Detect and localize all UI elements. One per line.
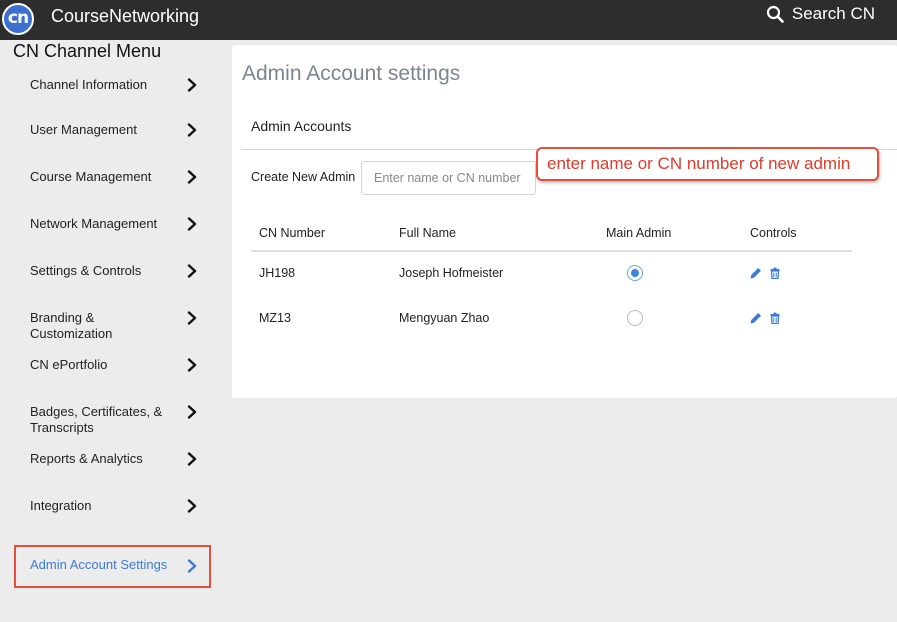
sidebar-item-label: Channel Information [30,77,148,92]
main-admin-radio[interactable] [627,310,643,326]
brand-name[interactable]: CourseNetworking [51,6,199,26]
chevron-right-icon [187,123,197,137]
sidebar-item-channel-information[interactable]: Channel Information [14,75,210,115]
header-full-name: Full Name [399,226,456,240]
sidebar-item-network-management[interactable]: Network Management [14,216,210,256]
chevron-right-icon [187,559,197,573]
sidebar-item-label: User Management [30,122,137,137]
header-cn-number: CN Number [259,226,325,240]
top-bar: cn CourseNetworking Search CN [0,0,897,40]
search-button[interactable]: Search CN [766,4,875,24]
cell-cn-number: MZ13 [259,311,291,325]
trash-icon[interactable] [769,267,781,279]
sidebar-item-label: Course Management [30,169,152,184]
chevron-right-icon [187,78,197,92]
sidebar-item-label: Branding & Customization [30,310,113,341]
sidebar-item-settings-controls[interactable]: Settings & Controls [14,263,210,303]
chevron-right-icon [187,217,197,231]
channel-menu-sidebar: CN Channel Menu Channel Information User … [0,40,224,622]
annotation-callout: enter name or CN number of new admin [536,147,879,181]
cn-logo[interactable]: cn [2,3,34,35]
cell-cn-number: JH198 [259,266,296,280]
chevron-right-icon [187,170,197,184]
pencil-icon[interactable] [750,267,762,279]
menu-title: CN Channel Menu [13,41,162,61]
cell-full-name: Mengyuan Zhao [399,311,490,325]
sidebar-item-course-management[interactable]: Course Management [14,169,210,209]
chevron-right-icon [187,264,197,278]
chevron-right-icon [187,405,197,419]
chevron-right-icon [187,311,197,325]
section-title: Admin Accounts [251,118,352,134]
sidebar-item-label: Integration [30,498,92,513]
admin-settings-panel: Admin Account settings Admin Accounts Cr… [232,45,897,398]
create-admin-label: Create New Admin [251,170,356,184]
trash-icon[interactable] [769,312,781,324]
sidebar-item-label: CN ePortfolio [30,357,108,372]
create-admin-input[interactable] [361,161,536,195]
sidebar-item-badges-certificates-transcripts[interactable]: Badges, Certificates, & Transcripts [14,404,210,444]
table-header-divider [251,250,852,252]
sidebar-item-admin-account-settings[interactable]: Admin Account Settings [14,545,211,588]
sidebar-item-reports-analytics[interactable]: Reports & Analytics [14,451,210,491]
pencil-icon[interactable] [750,312,762,324]
sidebar-item-label: Badges, Certificates, & Transcripts [30,404,163,435]
sidebar-item-user-management[interactable]: User Management [14,122,210,162]
chevron-right-icon [187,358,197,372]
sidebar-item-label: Reports & Analytics [30,451,143,466]
search-icon [766,5,784,23]
sidebar-item-integration[interactable]: Integration [14,498,210,538]
main-admin-radio[interactable] [627,265,643,281]
header-controls: Controls [750,226,797,240]
sidebar-item-branding-customization[interactable]: Branding & Customization [14,310,210,350]
page-title: Admin Account settings [242,62,461,85]
sidebar-item-label: Network Management [30,216,158,231]
search-label: Search CN [791,4,875,23]
sidebar-item-cn-eportfolio[interactable]: CN ePortfolio [14,357,210,397]
sidebar-item-label: Settings & Controls [30,263,142,278]
cell-full-name: Joseph Hofmeister [399,266,504,280]
header-main-admin: Main Admin [606,226,672,240]
sidebar-item-label: Admin Account Settings [30,557,168,572]
chevron-right-icon [187,452,197,466]
chevron-right-icon [187,499,197,513]
